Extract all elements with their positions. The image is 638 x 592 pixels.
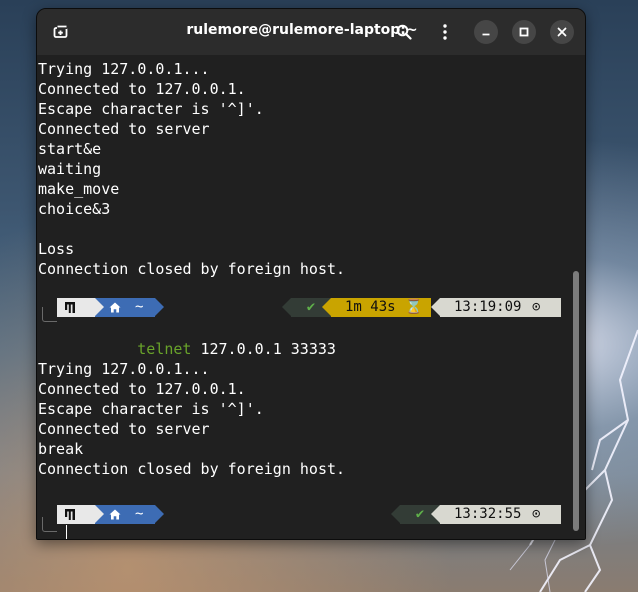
time-segment: 13:32:55 ⊙ <box>440 505 561 524</box>
segment-separator <box>95 298 104 316</box>
new-tab-icon <box>53 25 68 38</box>
output-line: choice&3 <box>38 200 111 218</box>
segment-separator <box>431 505 440 523</box>
time-label: 13:19:09 <box>454 299 522 315</box>
segment-separator <box>155 298 164 316</box>
os-segment <box>57 298 95 317</box>
output-line: Escape character is '^]'. <box>38 400 264 418</box>
minimize-button[interactable] <box>474 20 498 44</box>
output-line: Trying 127.0.0.1... <box>38 360 210 378</box>
segment-separator <box>391 505 400 523</box>
home-icon <box>109 509 121 520</box>
window-title: rulemore@rulemore-laptop:~ <box>186 22 418 38</box>
segment-separator <box>155 505 164 523</box>
os-logo-icon <box>65 509 75 520</box>
output-line: make_move <box>38 180 120 198</box>
output-line: Connection closed by foreign host. <box>38 460 346 478</box>
segment-separator <box>282 298 291 316</box>
title-bar: rulemore@rulemore-laptop:~ <box>37 9 585 56</box>
output-line: Connected to 127.0.0.1. <box>38 80 246 98</box>
output-line: Escape character is '^]'. <box>38 100 264 118</box>
output-line: Connected to 127.0.0.1. <box>38 380 246 398</box>
home-dir-label: ~ <box>135 506 144 522</box>
home-icon <box>109 302 121 313</box>
search-icon <box>396 24 412 40</box>
home-segment: ~ <box>95 298 155 317</box>
segment-separator <box>322 298 331 316</box>
new-tab-button[interactable] <box>49 20 73 44</box>
maximize-button[interactable] <box>512 20 536 44</box>
prompt-bracket <box>42 307 57 322</box>
output-line: Trying 127.0.0.1... <box>38 60 210 78</box>
output-line: break <box>38 440 84 458</box>
output-line: Connection closed by foreign host. <box>38 260 346 278</box>
search-button[interactable] <box>392 20 416 44</box>
terminal-area[interactable]: Trying 127.0.0.1... Connected to 127.0.0… <box>37 55 585 539</box>
command-args: 127.0.0.1 33333 <box>200 340 336 358</box>
output-line: waiting <box>38 160 102 178</box>
clock-icon: ⊙ <box>532 299 541 315</box>
scrollbar-thumb[interactable] <box>573 271 579 531</box>
os-segment <box>57 505 95 524</box>
output-line: Connected to server <box>38 420 210 438</box>
hourglass-icon: ⌛ <box>405 299 423 315</box>
segment-separator <box>431 298 440 316</box>
command-line: telnet 127.0.0.1 33333 <box>65 319 336 358</box>
time-label: 13:32:55 <box>454 506 522 522</box>
close-button[interactable] <box>550 20 574 44</box>
clock-icon: ⊙ <box>532 506 541 522</box>
menu-button[interactable] <box>433 20 457 44</box>
maximize-icon <box>519 27 529 37</box>
kebab-menu-icon <box>443 24 447 40</box>
prompt-bracket <box>42 517 57 532</box>
output-line: Connected to server <box>38 120 210 138</box>
segment-separator <box>95 505 104 523</box>
duration-label: 1m 43s <box>345 299 396 315</box>
text-cursor <box>66 525 67 539</box>
home-segment: ~ <box>95 505 155 524</box>
home-dir-label: ~ <box>135 299 144 315</box>
output-line: start&e <box>38 140 102 158</box>
time-segment: 13:19:09 ⊙ <box>440 298 561 317</box>
os-logo-icon <box>65 302 75 313</box>
terminal-window: rulemore@rulemore-laptop:~ Trying 127.0.… <box>36 8 586 540</box>
duration-segment: 1m 43s ⌛ <box>331 298 431 317</box>
close-icon <box>557 27 567 37</box>
minimize-icon <box>482 33 490 36</box>
command-name: telnet <box>137 340 192 358</box>
output-line: Loss <box>38 240 75 258</box>
